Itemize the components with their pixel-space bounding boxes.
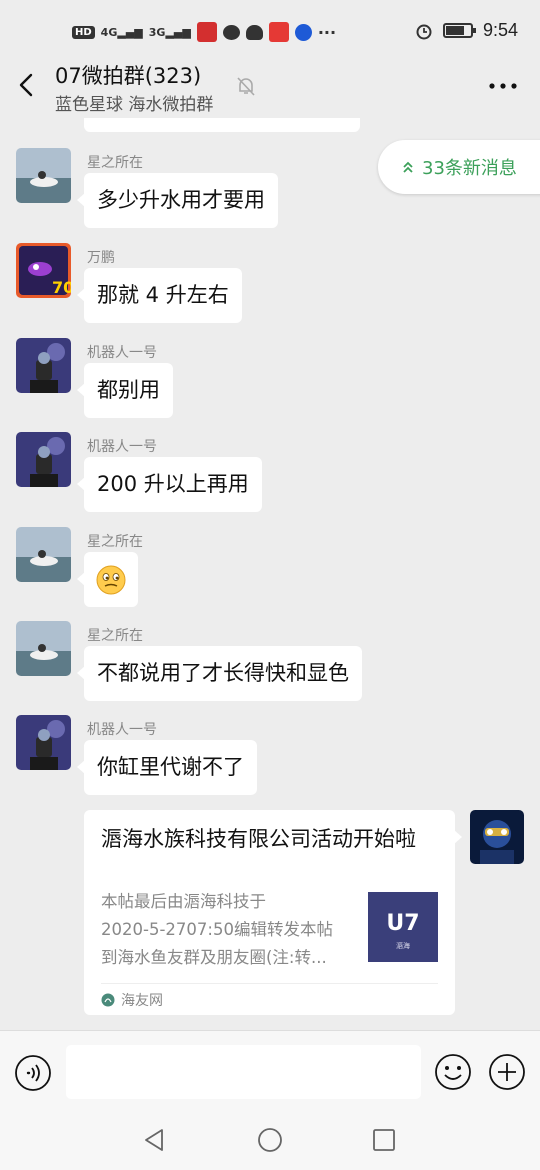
sender-name: 星之所在 — [87, 534, 143, 550]
voice-icon[interactable] — [14, 1054, 52, 1092]
chat-header: 07微拍群(323) 蓝色星球 海水微拍群 — [0, 52, 540, 118]
message-row: 机器人一号 都别用 — [16, 338, 536, 432]
divider — [101, 983, 438, 984]
message-list[interactable]: 星之所在 多少升水用才要用 70 万鹏 那就 4 升左右 机器人一号 都别用 机… — [0, 118, 540, 1030]
app-notification-icon — [196, 22, 217, 42]
status-icons-right: 9:54 — [415, 20, 518, 41]
sender-name: 星之所在 — [87, 155, 143, 171]
robot-avatar[interactable] — [16, 432, 71, 487]
link-card[interactable]: 滣海水族科技有限公司活动开始啦 本帖最后由滣海科技于 2020-5-2707:5… — [84, 810, 462, 1015]
message-row: 星之所在 — [16, 527, 536, 621]
link-card-title: 滣海水族科技有限公司活动开始啦 — [101, 827, 416, 851]
desc-line: 2020-5-2707:50编辑转发本帖 — [101, 920, 333, 939]
link-card-description: 本帖最后由滣海科技于 2020-5-2707:50编辑转发本帖 到海水鱼友群及朋… — [101, 888, 356, 972]
double-chevron-up-icon — [403, 161, 413, 173]
source-logo-icon — [101, 993, 115, 1007]
system-nav-bar — [0, 1115, 540, 1170]
message-bubble[interactable] — [77, 552, 138, 607]
battery-icon — [442, 23, 476, 38]
network-label-2: 3G — [148, 25, 166, 39]
fish-avatar[interactable]: 70 — [16, 243, 71, 298]
seaside-avatar[interactable] — [16, 621, 71, 676]
sender-name: 机器人一号 — [87, 722, 157, 738]
nav-home-icon[interactable] — [257, 1127, 283, 1153]
desc-line: 本帖最后由滣海科技于 — [101, 892, 266, 911]
message-row: 机器人一号 200 升以上再用 — [16, 432, 536, 526]
nav-back-icon[interactable] — [142, 1127, 168, 1153]
alarm-icon — [416, 24, 432, 39]
robot-avatar[interactable] — [16, 715, 71, 770]
new-messages-button[interactable]: 33条新消息 — [378, 140, 540, 194]
message-bubble[interactable]: 不都说用了才长得快和显色 — [77, 646, 362, 701]
message-row: 70 万鹏 那就 4 升左右 — [16, 243, 536, 337]
link-card-thumbnail: U7 滣海 — [368, 892, 438, 962]
emoji-icon[interactable] — [434, 1053, 472, 1091]
desc-line: 到海水鱼友群及朋友圈(注:转... — [101, 948, 327, 967]
clock: 9:54 — [482, 20, 518, 40]
message-bubble[interactable]: 都别用 — [77, 363, 173, 418]
message-icon — [222, 24, 240, 40]
status-icons-left: HD 4G▂▄▆ 3G▂▄▆ ··· — [72, 22, 336, 42]
robot-avatar[interactable] — [16, 338, 71, 393]
network-label-1: 4G — [100, 25, 118, 39]
nav-recent-icon[interactable] — [372, 1128, 396, 1152]
sender-name: 机器人一号 — [87, 345, 157, 361]
chat-subtitle: 蓝色星球 海水微拍群 — [55, 95, 214, 115]
svg-text:70: 70 — [52, 278, 71, 297]
source-name: 海友网 — [121, 993, 163, 1009]
back-arrow-icon[interactable] — [14, 70, 42, 100]
thumb-caption: 滣海 — [396, 941, 410, 950]
mute-bell-icon — [237, 77, 255, 96]
new-messages-label: 33条新消息 — [422, 158, 517, 179]
meituan-icon — [268, 22, 289, 42]
thumb-logo: U7 — [386, 911, 419, 936]
message-row: 机器人一号 你缸里代谢不了 — [16, 715, 536, 809]
seaside-avatar[interactable] — [16, 148, 71, 203]
link-card-source: 海友网 — [101, 990, 163, 1010]
baidu-icon — [294, 23, 312, 41]
penguin-icon — [245, 24, 263, 40]
sender-name: 万鹏 — [87, 250, 115, 266]
sender-name: 机器人一号 — [87, 439, 157, 455]
more-icon[interactable] — [488, 80, 518, 92]
message-bubble[interactable]: 你缸里代谢不了 — [77, 740, 257, 795]
message-bubble[interactable]: 多少升水用才要用 — [77, 173, 278, 228]
signal-3g-icon: 3G▂▄▆ — [148, 25, 191, 39]
input-bar — [0, 1030, 540, 1115]
sender-name: 星之所在 — [87, 628, 143, 644]
plus-icon[interactable] — [488, 1053, 526, 1091]
message-row: 星之所在 不都说用了才长得快和显色 — [16, 621, 536, 715]
partial-message-bubble — [84, 118, 360, 132]
message-input[interactable] — [66, 1045, 421, 1099]
chat-title[interactable]: 07微拍群(323) — [55, 60, 201, 90]
more-dots-icon: ··· — [317, 22, 337, 42]
hd-icon: HD — [72, 25, 95, 39]
message-bubble[interactable]: 200 升以上再用 — [77, 457, 262, 512]
seaside-avatar[interactable] — [16, 527, 71, 582]
message-bubble[interactable]: 那就 4 升左右 — [77, 268, 242, 323]
signal-4g-icon: 4G▂▄▆ — [100, 25, 143, 39]
self-avatar[interactable] — [470, 810, 524, 864]
smirk-emoji-icon — [96, 565, 126, 595]
battery-fill — [445, 26, 464, 35]
